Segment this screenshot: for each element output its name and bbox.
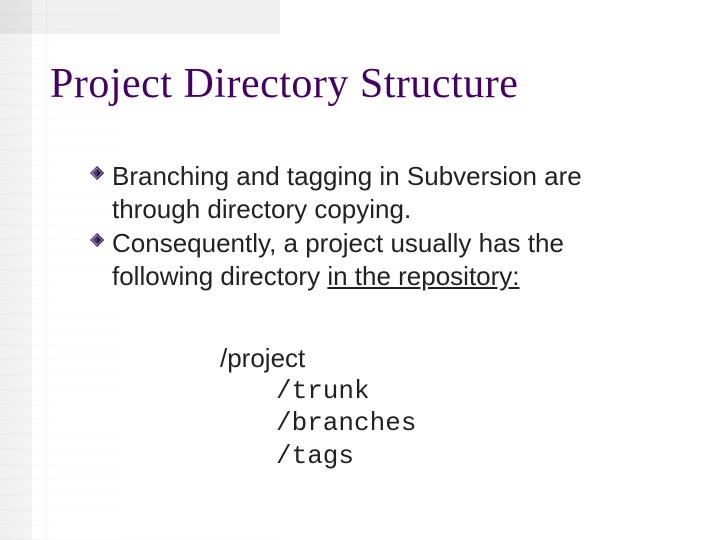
slide-body: Branching and tagging in Subversion are … xyxy=(90,160,660,294)
directory-structure: /project /trunk /branches /tags xyxy=(220,342,416,472)
diamond-bullet-icon xyxy=(90,166,104,180)
diamond-bullet-icon xyxy=(90,233,104,247)
slide: Project Directory Structure Branching an… xyxy=(0,0,720,540)
slide-title: Project Directory Structure xyxy=(50,60,518,108)
code-child: /trunk xyxy=(220,375,416,408)
bullet-item: Branching and tagging in Subversion are … xyxy=(90,160,660,225)
code-root: /project xyxy=(220,342,416,375)
code-child: /tags xyxy=(220,440,416,473)
bullet-item: Consequently, a project usually has the … xyxy=(90,227,660,292)
code-child: /branches xyxy=(220,407,416,440)
bullet-text: Branching and tagging in Subversion are … xyxy=(112,161,582,224)
bullet-text-underline: in the repository: xyxy=(327,261,519,291)
